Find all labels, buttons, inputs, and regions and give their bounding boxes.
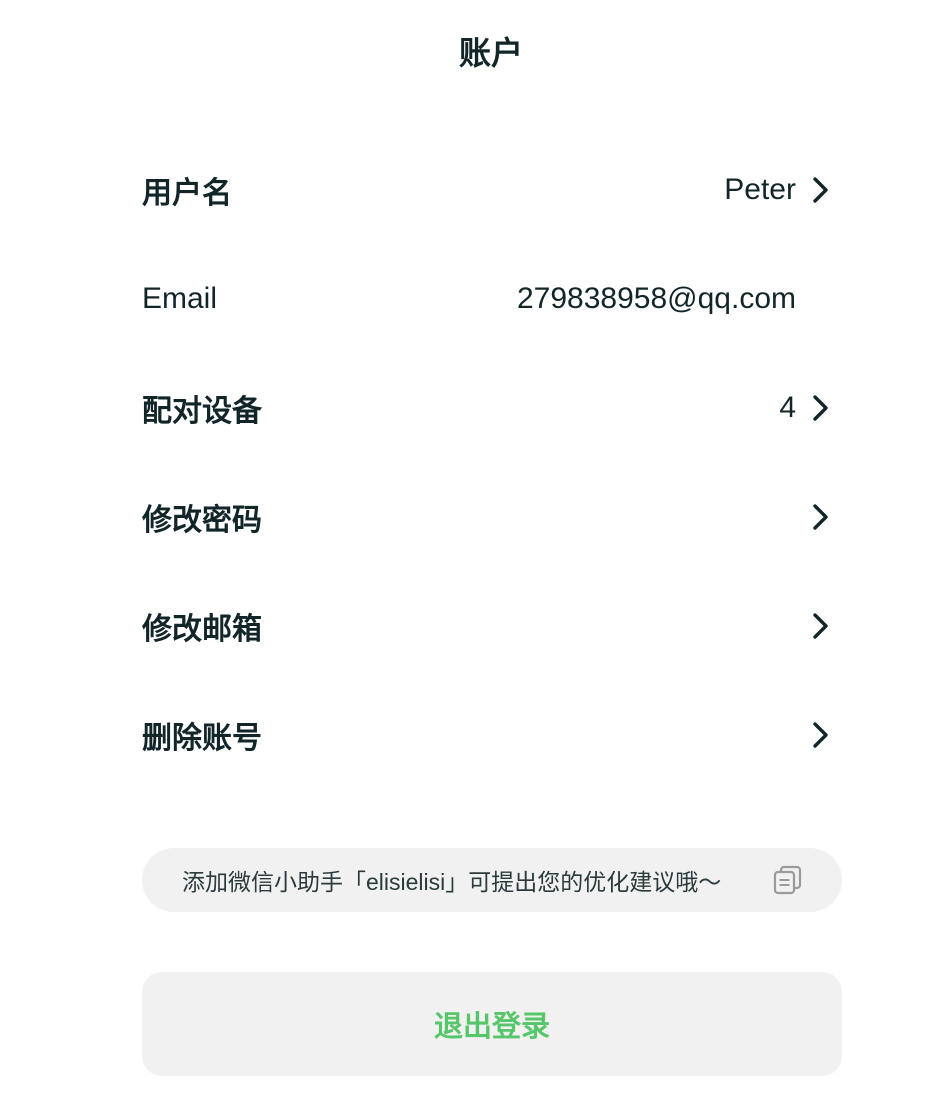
row-change-email[interactable]: 修改邮箱 — [142, 571, 842, 680]
row-delete-account[interactable]: 删除账号 — [142, 680, 842, 789]
logout-button[interactable]: 退出登录 — [142, 972, 842, 1076]
chevron-right-icon — [810, 611, 832, 641]
change-email-label: 修改邮箱 — [142, 612, 262, 646]
chevron-right-icon — [810, 502, 832, 532]
delete-account-label: 删除账号 — [142, 721, 262, 755]
tip-text: 添加微信小助手「elisielisi」可提出您的优化建议哦～ — [182, 869, 722, 895]
username-label: 用户名 — [142, 176, 232, 210]
wechat-assistant-tip: 添加微信小助手「elisielisi」可提出您的优化建议哦～ — [142, 848, 842, 912]
copy-icon[interactable] — [772, 864, 804, 896]
change-password-label: 修改密码 — [142, 503, 262, 537]
chevron-right-icon — [810, 720, 832, 750]
row-username[interactable]: 用户名 Peter — [142, 135, 842, 244]
row-change-password[interactable]: 修改密码 — [142, 462, 842, 571]
email-value: 279838958@qq.com — [517, 281, 796, 315]
chevron-right-icon — [810, 175, 832, 205]
chevron-right-icon — [810, 393, 832, 423]
username-value: Peter — [724, 172, 796, 206]
row-paired-devices[interactable]: 配对设备 4 — [142, 353, 842, 462]
email-label: Email — [142, 281, 218, 315]
settings-list: 用户名 Peter Email 279838958@qq.com 配对设备 4 … — [142, 135, 842, 789]
paired-devices-label: 配对设备 — [142, 394, 262, 428]
paired-devices-count: 4 — [779, 390, 796, 424]
page-title: 账户 — [458, 35, 523, 71]
row-email: Email 279838958@qq.com — [142, 244, 842, 353]
